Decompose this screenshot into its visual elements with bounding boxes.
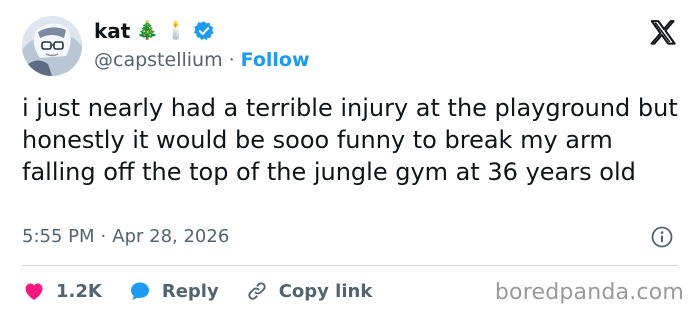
tweet-text: i just nearly had a terrible injury at t… — [22, 94, 678, 186]
author-name-row: kat 🎄 🕯️ — [94, 18, 215, 44]
reply-label: Reply — [161, 280, 219, 302]
follow-button[interactable]: Follow — [241, 49, 310, 71]
candle-emoji: 🕯️ — [164, 20, 188, 41]
reply-button[interactable]: Reply — [128, 279, 219, 303]
avatar-image — [22, 16, 82, 76]
action-bar: 1.2K Reply Copy link — [22, 276, 372, 306]
info-icon[interactable] — [650, 225, 674, 249]
timestamp[interactable]: 5:55 PM · Apr 28, 2026 — [22, 226, 229, 247]
heart-icon — [22, 279, 46, 303]
tree-emoji: 🎄 — [136, 20, 159, 41]
divider — [22, 265, 678, 266]
x-logo-icon[interactable] — [648, 18, 678, 48]
reply-bubble-icon — [128, 279, 152, 303]
display-name[interactable]: kat — [94, 19, 130, 43]
tweet-time: 5:55 PM — [22, 226, 95, 247]
copy-link-button[interactable]: Copy link — [245, 279, 373, 303]
handle-separator: · — [228, 49, 235, 71]
verified-badge-icon — [193, 20, 215, 42]
avatar[interactable] — [22, 16, 82, 76]
like-button[interactable]: 1.2K — [22, 279, 102, 303]
tweet-date: Apr 28, 2026 — [112, 226, 230, 247]
watermark: boredpanda.com — [494, 280, 684, 305]
timestamp-separator: · — [100, 226, 107, 247]
like-count: 1.2K — [56, 280, 102, 302]
copy-link-label: Copy link — [278, 280, 373, 302]
handle-row: @capstellium · Follow — [94, 48, 310, 72]
handle[interactable]: @capstellium — [94, 49, 223, 71]
link-icon — [245, 279, 269, 303]
